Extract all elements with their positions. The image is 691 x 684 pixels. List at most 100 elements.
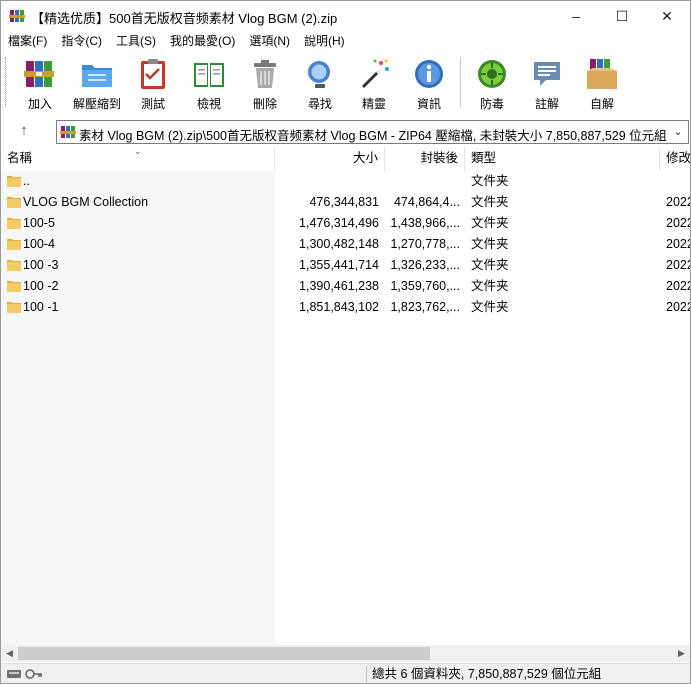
- file-packed: 1,438,966,...: [390, 216, 460, 230]
- scroll-right-arrow-icon[interactable]: ▶: [673, 645, 690, 662]
- comment-label: 註解: [534, 97, 559, 111]
- folder-icon: [7, 197, 21, 208]
- folder-icon: [7, 281, 21, 292]
- view-label: 檢視: [196, 97, 221, 111]
- file-name: 100-4: [23, 237, 55, 251]
- address-path: 素材 Vlog BGM (2).zip\500首无版权音频素材 Vlog BGM…: [79, 129, 667, 143]
- book-view-icon: [194, 63, 224, 87]
- file-name: 100-5: [23, 216, 55, 230]
- file-modified: 2022: [666, 279, 690, 293]
- extract-to-button[interactable]: 解壓縮到: [69, 55, 125, 113]
- find-label: 尋找: [307, 97, 332, 111]
- toolbar-grip[interactable]: [5, 57, 8, 107]
- file-name: 100 -3: [23, 258, 59, 272]
- add-button[interactable]: 加入: [12, 55, 68, 113]
- virus-scan-label: 防毒: [479, 97, 504, 111]
- file-modified: 2022: [666, 237, 690, 251]
- file-name: ..: [23, 174, 30, 188]
- wizard-label: 精靈: [361, 97, 386, 111]
- comment-icon: [534, 62, 560, 86]
- extract-to-label: 解壓縮到: [72, 97, 121, 111]
- file-name: 100 -1: [23, 300, 59, 314]
- file-packed: [385, 171, 460, 192]
- file-row[interactable]: 100-5 1,476,314,496 1,438,966,... 文件夹 20…: [1, 213, 690, 234]
- info-button[interactable]: 資訊: [401, 55, 457, 113]
- column-header-modified[interactable]: 修改: [660, 147, 690, 171]
- magnifier-find-icon: [308, 61, 330, 88]
- menu-options[interactable]: 選項(N): [242, 31, 297, 51]
- virus-scan-button[interactable]: 防毒: [464, 55, 520, 113]
- wizard-wand-icon: [361, 59, 389, 89]
- file-row[interactable]: .. 文件夹: [1, 171, 690, 192]
- sfx-button[interactable]: 自解: [574, 55, 630, 113]
- info-icon: [415, 60, 443, 88]
- folder-icon: [7, 302, 21, 313]
- file-name: VLOG BGM Collection: [23, 195, 149, 209]
- delete-button[interactable]: 刪除: [237, 55, 293, 113]
- file-list: 名稱 ⌄ 大小 封裝後 類型 修改 .. 文件夹 VLOG BGM Collec…: [1, 147, 690, 645]
- sfx-label: 自解: [589, 97, 614, 111]
- scrollbar-thumb[interactable]: [18, 647, 430, 660]
- file-modified: [666, 171, 690, 192]
- file-row[interactable]: 100-4 1,300,482,148 1,270,778,... 文件夹 20…: [1, 234, 690, 255]
- clipboard-test-icon: [141, 59, 165, 89]
- file-size: 1,390,461,238: [299, 279, 379, 293]
- file-type: 文件夹: [471, 279, 509, 293]
- status-summary: 總共 6 個資料夾, 7,850,887,529 個位元組: [372, 667, 602, 681]
- test-label: 測試: [140, 97, 165, 111]
- file-type: 文件夹: [471, 195, 509, 209]
- address-dropdown-button[interactable]: ⌄: [668, 121, 688, 143]
- menu-help[interactable]: 說明(H): [297, 31, 352, 51]
- file-row[interactable]: 100 -1 1,851,843,102 1,823,762,... 文件夹 2…: [1, 297, 690, 318]
- add-label: 加入: [27, 97, 52, 111]
- info-label: 資訊: [416, 97, 441, 111]
- column-header-type[interactable]: 類型: [465, 147, 660, 171]
- folder-icon: [7, 239, 21, 250]
- menu-favorites[interactable]: 我的最愛(O): [163, 31, 242, 51]
- column-packed-label: 封裝後: [420, 151, 458, 165]
- column-header-size[interactable]: 大小: [275, 147, 385, 171]
- menu-commands[interactable]: 指令(C): [54, 31, 109, 51]
- scroll-left-arrow-icon[interactable]: ◀: [1, 645, 18, 662]
- file-size: 1,355,441,714: [299, 258, 379, 272]
- winrar-app-icon: [9, 10, 25, 22]
- virus-scan-icon: [478, 60, 506, 88]
- folder-icon: [7, 260, 21, 271]
- wizard-button[interactable]: 精靈: [346, 55, 402, 113]
- file-row[interactable]: VLOG BGM Collection 476,344,831 474,864,…: [1, 192, 690, 213]
- find-button[interactable]: 尋找: [292, 55, 348, 113]
- folder-icon: [7, 176, 21, 187]
- file-packed: 1,270,778,...: [390, 237, 460, 251]
- maximize-button[interactable]: ☐: [599, 1, 645, 31]
- close-button[interactable]: ✕: [644, 1, 690, 31]
- books-add-icon: [24, 61, 54, 87]
- test-button[interactable]: 測試: [125, 55, 181, 113]
- file-row[interactable]: 100 -3 1,355,441,714 1,326,233,... 文件夹 2…: [1, 255, 690, 276]
- drive-key-icon[interactable]: [7, 667, 43, 681]
- menu-tools[interactable]: 工具(S): [109, 31, 163, 51]
- file-type: 文件夹: [471, 237, 509, 251]
- file-modified: 2022: [666, 195, 690, 209]
- toolbar: 加入 解壓縮到 測試 檢視 刪除 尋找 精靈 資訊 防毒 註解 自解: [1, 51, 690, 115]
- column-header-packed[interactable]: 封裝後: [385, 147, 465, 171]
- view-button[interactable]: 檢視: [181, 55, 237, 113]
- archive-icon: [60, 126, 76, 138]
- column-name-label: 名稱: [7, 151, 33, 165]
- comment-button[interactable]: 註解: [519, 55, 575, 113]
- winrar-window: 【精选优质】500首无版权音频素材 Vlog BGM (2).zip – ☐ ✕…: [0, 0, 691, 684]
- sort-chevron-icon: ⌄: [134, 147, 142, 156]
- up-folder-button[interactable]: ↑: [9, 120, 39, 142]
- title-bar[interactable]: 【精选优质】500首无版权音频素材 Vlog BGM (2).zip – ☐ ✕: [1, 1, 690, 31]
- minimize-button[interactable]: –: [553, 1, 599, 31]
- file-row[interactable]: 100 -2 1,390,461,238 1,359,760,... 文件夹 2…: [1, 276, 690, 297]
- file-packed: 1,326,233,...: [390, 258, 460, 272]
- file-size: [275, 171, 379, 192]
- file-type: 文件夹: [471, 258, 509, 272]
- window-title: 【精选优质】500首无版权音频素材 Vlog BGM (2).zip: [31, 11, 338, 26]
- horizontal-scrollbar[interactable]: ◀ ▶: [1, 645, 690, 662]
- menu-file[interactable]: 檔案(F): [1, 31, 54, 51]
- address-field[interactable]: 素材 Vlog BGM (2).zip\500首无版权音频素材 Vlog BGM…: [56, 120, 689, 144]
- file-modified: 2022: [666, 258, 690, 272]
- file-size: 1,851,843,102: [299, 300, 379, 314]
- file-modified: 2022: [666, 300, 690, 314]
